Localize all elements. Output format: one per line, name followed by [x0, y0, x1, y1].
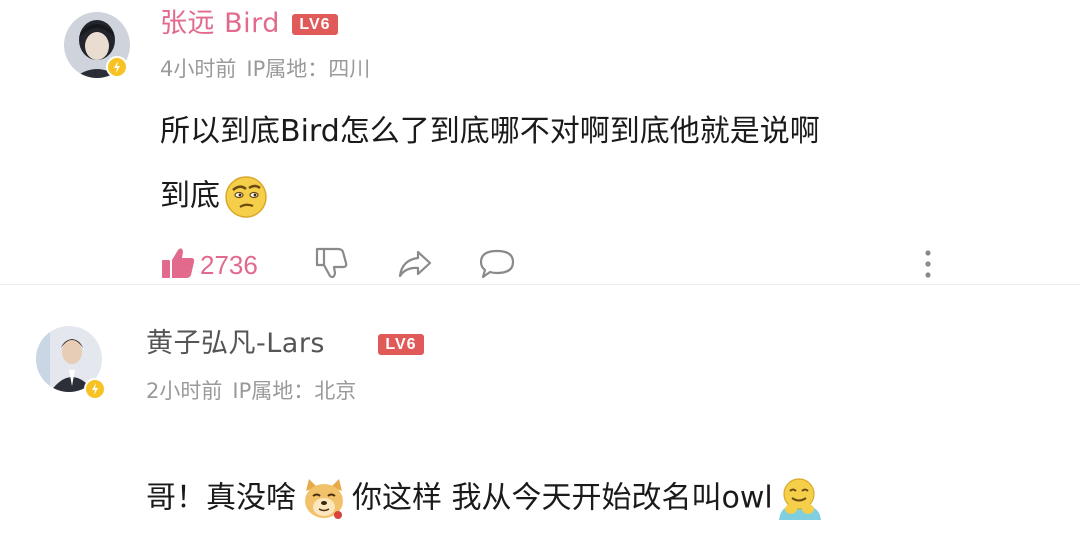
- doge-emoji-icon: [300, 477, 348, 521]
- verified-badge-icon: [84, 378, 106, 400]
- level-badge: LV6: [292, 14, 338, 35]
- comment-time: 4小时前: [160, 57, 237, 81]
- comment-meta: 2小时前 IP属地：北京: [146, 378, 366, 404]
- username[interactable]: 张远 Bird: [160, 8, 280, 40]
- divider: [0, 284, 1080, 285]
- comment-text-line2: 到底: [160, 178, 220, 214]
- comment-bubble-icon: [479, 249, 515, 279]
- comment-text: 所以到底Bird怎么了到底哪不对啊到底他就是说啊: [160, 114, 820, 149]
- comment-text-part1: 哥！真没啥: [146, 480, 296, 516]
- comment-text-continued: 到底: [160, 175, 272, 219]
- share-arrow-icon: [398, 250, 432, 278]
- ip-location: IP属地：北京: [232, 379, 357, 403]
- comment-meta: 4小时前 IP属地：四川: [160, 56, 380, 82]
- comment-text: 哥！真没啥 你这样 我从今天开始改名叫owl: [146, 476, 827, 522]
- comment-time: 2小时前: [146, 379, 223, 403]
- comment-list: 张远 Bird LV6 4小时前 IP属地：四川 所以到底Bird怎么了到底哪不对…: [0, 0, 1080, 546]
- more-options-button[interactable]: [920, 248, 936, 284]
- dislike-button[interactable]: [314, 246, 350, 284]
- comment-text-part2: 你这样 我从今天开始改名叫owl: [352, 480, 773, 516]
- thumbs-down-icon: [315, 247, 348, 279]
- ip-location: IP属地：四川: [246, 57, 371, 81]
- more-vertical-icon: [925, 250, 931, 278]
- level-badge: LV6: [378, 334, 424, 355]
- share-button[interactable]: [396, 248, 434, 284]
- like-button[interactable]: 2736: [160, 246, 258, 284]
- hugging-face-emoji-icon: [777, 476, 823, 522]
- like-count: 2736: [200, 249, 258, 280]
- username[interactable]: 黄子弘凡-Lars: [146, 328, 325, 360]
- skeptical-face-emoji-icon: [224, 175, 268, 219]
- reply-button[interactable]: [478, 248, 516, 284]
- thumbs-up-icon: [160, 246, 196, 284]
- verified-badge-icon: [106, 56, 128, 78]
